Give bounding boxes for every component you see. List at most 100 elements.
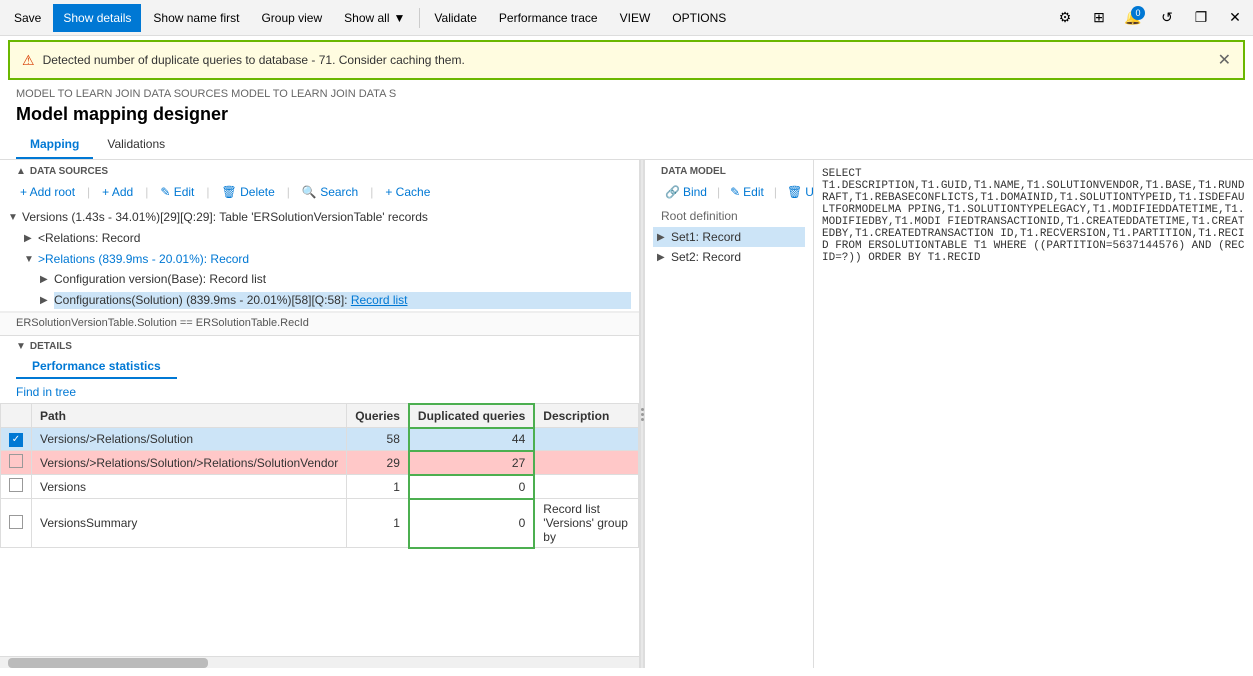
checkbox-empty-1[interactable]	[9, 454, 23, 468]
options-button[interactable]: OPTIONS	[662, 4, 736, 32]
group-view-button[interactable]: Group view	[251, 4, 332, 32]
right-panel: DATA MODEL 🔗 Bind | ✎ Edit | 🗑 Unbind | …	[644, 160, 813, 668]
tree-chevron-config-base[interactable]: ▶	[40, 273, 54, 287]
tree-chevron-relations[interactable]: ▼	[24, 253, 38, 267]
office-icon-btn[interactable]: ⊞	[1085, 4, 1113, 32]
path-cell-1: Versions/>Relations/Solution/>Relations/…	[32, 451, 347, 475]
sql-panel: SELECT T1.DESCRIPTION,T1.GUID,T1.NAME,T1…	[813, 160, 1253, 668]
tree-item-versions[interactable]: ▼ Versions (1.43s - 34.01%)[29][Q:29]: T…	[8, 207, 631, 228]
col-dup-queries: Duplicated queries	[409, 404, 534, 428]
edit-icon: ✎	[730, 185, 740, 199]
cache-button[interactable]: + Cache	[381, 183, 434, 201]
horizontal-scrollbar[interactable]	[0, 656, 639, 668]
data-sources-toolbar: + Add root | + Add | ✎ Edit | 🗑 Delete |…	[0, 181, 639, 207]
tab-validations[interactable]: Validations	[93, 131, 179, 159]
perf-stats-label[interactable]: Performance statistics	[16, 357, 177, 379]
details-section: ▼ DETAILS Performance statistics Find in…	[0, 335, 639, 656]
tab-bar: Mapping Validations	[0, 131, 1253, 160]
check-cell-1[interactable]	[1, 451, 32, 475]
chevron-down-icon: ▼	[394, 11, 406, 25]
delete-button[interactable]: 🗑 Delete	[218, 183, 279, 201]
validate-button[interactable]: Validate	[424, 4, 486, 32]
refresh-icon-btn[interactable]: ↺	[1153, 4, 1181, 32]
tree-label-versions: Versions (1.43s - 34.01%)[29][Q:29]: Tab…	[22, 209, 631, 226]
table-row-1[interactable]: Versions/>Relations/Solution/>Relations/…	[1, 451, 639, 475]
dm-edit-button[interactable]: ✎ Edit	[726, 183, 768, 201]
details-header: ▼ DETAILS	[0, 336, 639, 357]
tree-item-relations-rec[interactable]: ▶ <Relations: Record	[8, 228, 631, 249]
show-details-button[interactable]: Show details	[53, 4, 141, 32]
table-row-3[interactable]: VersionsSummary 1 0 Record list 'Version…	[1, 499, 639, 548]
table-row-2[interactable]: Versions 1 0	[1, 475, 639, 499]
search-button[interactable]: 🔍 Search	[298, 183, 362, 201]
checkbox-empty-3[interactable]	[9, 515, 23, 529]
edit-button[interactable]: ✎ Edit	[156, 183, 198, 201]
queries-cell-3: 1	[347, 499, 409, 548]
desc-cell-3: Record list 'Versions' group by	[534, 499, 638, 548]
show-name-first-button[interactable]: Show name first	[143, 4, 249, 32]
bind-button[interactable]: 🔗 Bind	[661, 183, 711, 201]
tree-label-relations-rec: <Relations: Record	[38, 230, 631, 247]
notification-icon-btn[interactable]: 🔔 0	[1119, 4, 1147, 32]
main-area: ▲ DATA SOURCES + Add root | + Add | ✎ Ed…	[0, 160, 1253, 668]
data-sources-header: ▲ DATA SOURCES	[0, 160, 639, 181]
tree-label-relations: >Relations (839.9ms - 20.01%): Record	[38, 251, 631, 268]
ds-sep2: |	[145, 185, 148, 199]
view-button[interactable]: VIEW	[610, 4, 661, 32]
toolbar-right: ⚙ ⊞ 🔔 0 ↺ ❐ ✕	[1051, 4, 1249, 32]
show-all-button[interactable]: Show all ▼	[334, 4, 415, 32]
check-cell-2[interactable]	[1, 475, 32, 499]
warning-banner: ⚠ Detected number of duplicate queries t…	[8, 40, 1245, 80]
check-cell-0[interactable]: ✓	[1, 428, 32, 451]
performance-trace-button[interactable]: Performance trace	[489, 4, 608, 32]
toolbar-separator	[419, 8, 420, 28]
tree-chevron-versions[interactable]: ▼	[8, 211, 22, 225]
ds-sep4: |	[287, 185, 290, 199]
table-row-0[interactable]: ✓ Versions/>Relations/Solution 58 44	[1, 428, 639, 451]
settings-icon-btn[interactable]: ⚙	[1051, 4, 1079, 32]
checkbox-empty-2[interactable]	[9, 478, 23, 492]
tree-item-relations[interactable]: ▼ >Relations (839.9ms - 20.01%): Record	[8, 249, 631, 270]
path-cell-2: Versions	[32, 475, 347, 499]
queries-cell-1: 29	[347, 451, 409, 475]
close-icon-btn[interactable]: ✕	[1221, 4, 1249, 32]
warning-message: Detected number of duplicate queries to …	[43, 53, 465, 67]
desc-cell-2	[534, 475, 638, 499]
save-button[interactable]: Save	[4, 4, 51, 32]
perf-table-wrapper: Path Queries Duplicated queries Descript…	[0, 403, 639, 549]
sql-content: SELECT T1.DESCRIPTION,T1.GUID,T1.NAME,T1…	[822, 168, 1244, 264]
restore-icon-btn[interactable]: ❐	[1187, 4, 1215, 32]
dm-label-set2: Set2: Record	[671, 250, 741, 264]
details-chevron[interactable]: ▼	[16, 341, 26, 352]
data-sources-section: ▲ DATA SOURCES + Add root | + Add | ✎ Ed…	[0, 160, 639, 207]
warning-close-button[interactable]: ✕	[1218, 50, 1231, 70]
tree-chevron-configurations[interactable]: ▶	[40, 294, 54, 308]
tree-label-configurations: Configurations(Solution) (839.9ms - 20.0…	[54, 292, 631, 309]
find-in-tree-link[interactable]: Find in tree	[0, 381, 639, 403]
dm-label-set1: Set1: Record	[671, 230, 741, 244]
data-sources-chevron[interactable]: ▲	[16, 166, 26, 177]
tree-item-configurations[interactable]: ▶ Configurations(Solution) (839.9ms - 20…	[8, 290, 631, 311]
left-panel: ▲ DATA SOURCES + Add root | + Add | ✎ Ed…	[0, 160, 640, 668]
desc-cell-1	[534, 451, 638, 475]
dup-queries-cell-0: 44	[409, 428, 534, 451]
ds-sep5: |	[370, 185, 373, 199]
dm-item-set1[interactable]: ▶ Set1: Record	[653, 227, 805, 247]
add-button[interactable]: + Add	[98, 183, 137, 201]
check-cell-3[interactable]	[1, 499, 32, 548]
tab-mapping[interactable]: Mapping	[16, 131, 93, 159]
root-definition-label: Root definition	[645, 207, 813, 227]
data-model-tree: ▶ Set1: Record ▶ Set2: Record	[645, 227, 813, 668]
dm-chevron-set1[interactable]: ▶	[657, 232, 671, 243]
queries-cell-2: 1	[347, 475, 409, 499]
add-root-button[interactable]: + Add root	[16, 183, 79, 201]
checkbox-checked[interactable]: ✓	[9, 433, 23, 447]
dm-item-set2[interactable]: ▶ Set2: Record	[653, 247, 805, 267]
dup-queries-cell-2: 0	[409, 475, 534, 499]
data-model-header: DATA MODEL	[645, 160, 813, 181]
main-toolbar: Save Show details Show name first Group …	[0, 0, 1253, 36]
dm-chevron-set2[interactable]: ▶	[657, 252, 671, 263]
col-queries: Queries	[347, 404, 409, 428]
tree-chevron-relations-rec[interactable]: ▶	[24, 232, 38, 246]
tree-item-config-base[interactable]: ▶ Configuration version(Base): Record li…	[8, 269, 631, 290]
